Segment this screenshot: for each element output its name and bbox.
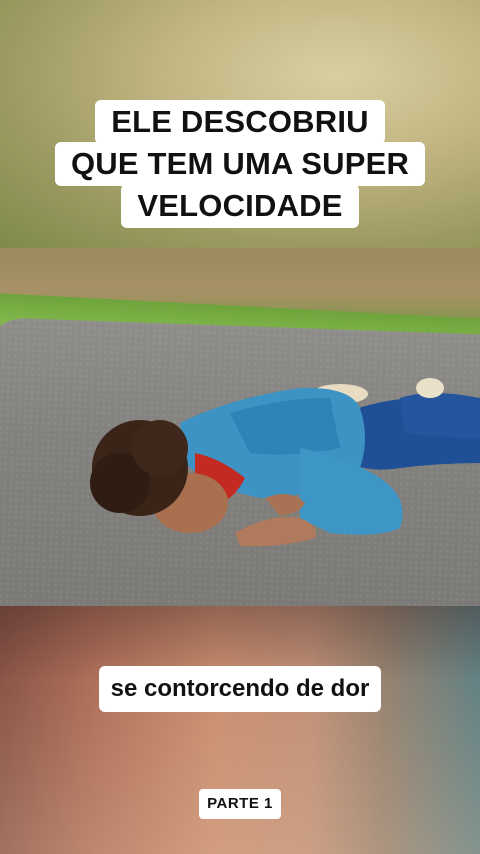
- title-line-1: ELE DESCOBRIU: [95, 100, 385, 144]
- person-lying-on-road-illustration: [90, 378, 480, 547]
- subtitle-text: se contorcendo de dor: [98, 666, 382, 712]
- video-frame[interactable]: [0, 248, 480, 606]
- title-line-3: VELOCIDADE: [121, 184, 359, 228]
- subtitle-caption: se contorcendo de dor: [0, 666, 480, 712]
- part-label: PARTE 1: [199, 789, 281, 819]
- title-line-2: QUE TEM UMA SUPER: [54, 142, 426, 186]
- title-caption: ELE DESCOBRIU QUE TEM UMA SUPER VELOCIDA…: [0, 100, 480, 228]
- part-badge: PARTE 1: [0, 789, 480, 819]
